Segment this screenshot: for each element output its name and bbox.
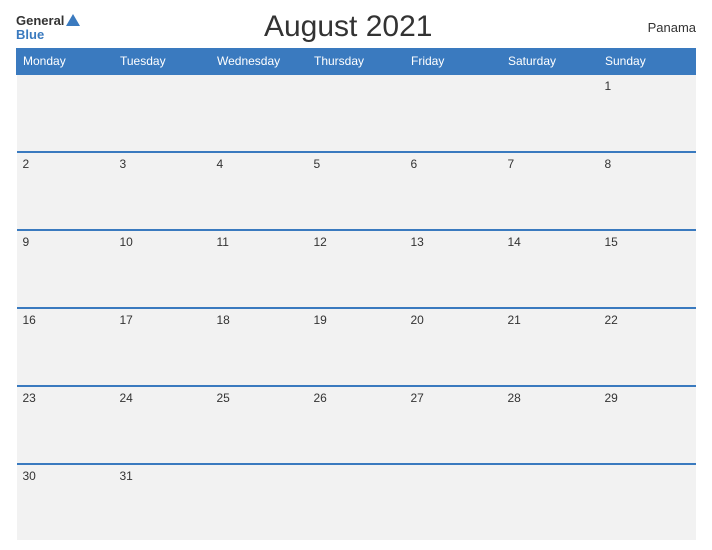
day-number: 31 xyxy=(120,469,133,483)
calendar-cell xyxy=(502,464,599,540)
logo: General Blue xyxy=(16,14,80,41)
calendar-cell: 13 xyxy=(405,230,502,308)
day-number: 3 xyxy=(120,157,127,171)
day-header-saturday: Saturday xyxy=(502,49,599,75)
day-header-sunday: Sunday xyxy=(599,49,696,75)
day-number: 13 xyxy=(411,235,424,249)
calendar-cell: 23 xyxy=(17,386,114,464)
day-number: 1 xyxy=(605,79,612,93)
calendar-cell: 22 xyxy=(599,308,696,386)
calendar-cell: 16 xyxy=(17,308,114,386)
calendar-cell: 25 xyxy=(211,386,308,464)
calendar-week-row: 1 xyxy=(17,74,696,152)
top-bar: General Blue August 2021 Panama xyxy=(16,10,696,44)
calendar-cell: 28 xyxy=(502,386,599,464)
calendar-cell: 8 xyxy=(599,152,696,230)
calendar-cell xyxy=(17,74,114,152)
calendar-cell: 24 xyxy=(114,386,211,464)
calendar-cell: 27 xyxy=(405,386,502,464)
day-number: 27 xyxy=(411,391,424,405)
day-number: 9 xyxy=(23,235,30,249)
calendar-cell xyxy=(308,74,405,152)
calendar-cell: 17 xyxy=(114,308,211,386)
day-number: 18 xyxy=(217,313,230,327)
calendar-cell: 4 xyxy=(211,152,308,230)
calendar-cell xyxy=(308,464,405,540)
day-header-tuesday: Tuesday xyxy=(114,49,211,75)
day-number: 29 xyxy=(605,391,618,405)
calendar-cell: 31 xyxy=(114,464,211,540)
day-number: 20 xyxy=(411,313,424,327)
calendar-cell: 10 xyxy=(114,230,211,308)
day-header-wednesday: Wednesday xyxy=(211,49,308,75)
day-number: 24 xyxy=(120,391,133,405)
calendar-cell: 20 xyxy=(405,308,502,386)
day-number: 26 xyxy=(314,391,327,405)
day-number: 8 xyxy=(605,157,612,171)
country-label: Panama xyxy=(616,20,696,35)
calendar-cell: 11 xyxy=(211,230,308,308)
calendar-cell: 9 xyxy=(17,230,114,308)
day-number: 12 xyxy=(314,235,327,249)
calendar-cell xyxy=(405,74,502,152)
logo-triangle-icon xyxy=(66,14,80,26)
calendar-cell: 3 xyxy=(114,152,211,230)
calendar-cell: 15 xyxy=(599,230,696,308)
day-header-thursday: Thursday xyxy=(308,49,405,75)
calendar-cell: 7 xyxy=(502,152,599,230)
day-number: 6 xyxy=(411,157,418,171)
calendar: MondayTuesdayWednesdayThursdayFridaySatu… xyxy=(16,48,696,540)
day-number: 7 xyxy=(508,157,515,171)
calendar-week-row: 2 3 4 5 6 7 8 xyxy=(17,152,696,230)
calendar-cell: 12 xyxy=(308,230,405,308)
calendar-cell: 14 xyxy=(502,230,599,308)
calendar-cell xyxy=(599,464,696,540)
calendar-cell: 26 xyxy=(308,386,405,464)
calendar-week-row: 16 17 18 19 20 21 22 xyxy=(17,308,696,386)
day-number: 21 xyxy=(508,313,521,327)
day-number: 25 xyxy=(217,391,230,405)
calendar-cell: 19 xyxy=(308,308,405,386)
calendar-cell: 21 xyxy=(502,308,599,386)
calendar-week-row: 30 31 xyxy=(17,464,696,540)
calendar-week-row: 23 24 25 26 27 28 29 xyxy=(17,386,696,464)
day-header-friday: Friday xyxy=(405,49,502,75)
day-number: 23 xyxy=(23,391,36,405)
calendar-cell: 18 xyxy=(211,308,308,386)
day-number: 17 xyxy=(120,313,133,327)
calendar-week-row: 9 10 11 12 13 14 15 xyxy=(17,230,696,308)
calendar-cell xyxy=(211,464,308,540)
calendar-cell: 30 xyxy=(17,464,114,540)
day-number: 19 xyxy=(314,313,327,327)
day-number: 11 xyxy=(217,235,229,249)
day-number: 10 xyxy=(120,235,133,249)
month-title: August 2021 xyxy=(80,10,616,44)
calendar-cell xyxy=(114,74,211,152)
day-number: 2 xyxy=(23,157,30,171)
calendar-cell xyxy=(405,464,502,540)
day-number: 14 xyxy=(508,235,521,249)
day-number: 22 xyxy=(605,313,618,327)
calendar-cell: 29 xyxy=(599,386,696,464)
logo-blue: Blue xyxy=(16,28,44,41)
day-number: 5 xyxy=(314,157,321,171)
calendar-cell: 5 xyxy=(308,152,405,230)
calendar-cell xyxy=(211,74,308,152)
day-header-monday: Monday xyxy=(17,49,114,75)
day-number: 16 xyxy=(23,313,36,327)
calendar-cell xyxy=(502,74,599,152)
calendar-cell: 6 xyxy=(405,152,502,230)
logo-general: General xyxy=(16,14,64,27)
day-number: 15 xyxy=(605,235,618,249)
day-number: 4 xyxy=(217,157,224,171)
day-number: 28 xyxy=(508,391,521,405)
day-number: 30 xyxy=(23,469,36,483)
calendar-header-row: MondayTuesdayWednesdayThursdayFridaySatu… xyxy=(17,49,696,75)
calendar-cell: 1 xyxy=(599,74,696,152)
calendar-cell: 2 xyxy=(17,152,114,230)
